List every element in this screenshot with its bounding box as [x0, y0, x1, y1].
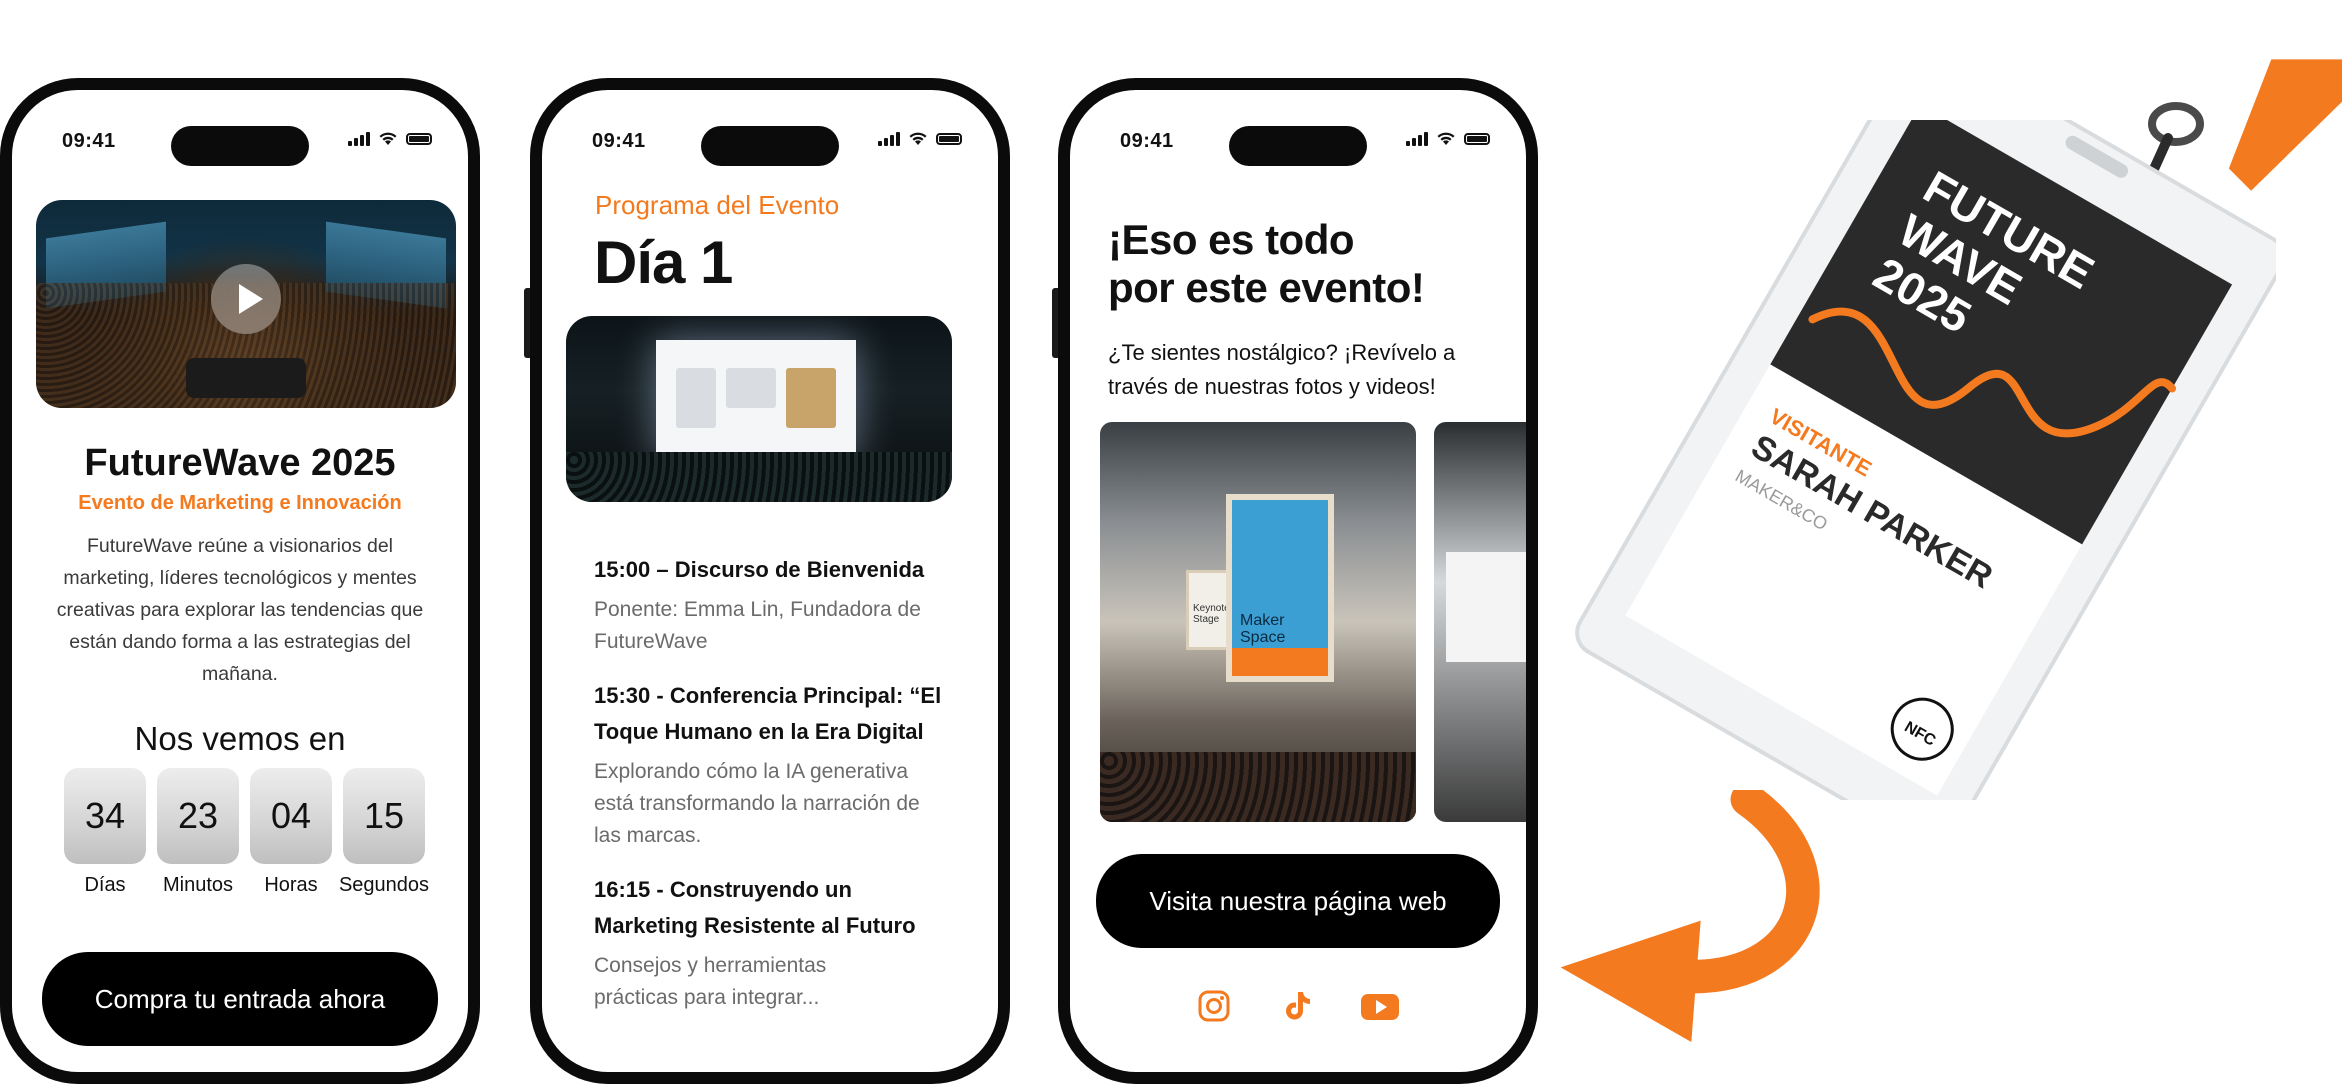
signal-icon	[878, 132, 900, 146]
status-time: 09:41	[1120, 130, 1174, 152]
event-title: FutureWave 2025	[84, 442, 396, 484]
agenda-item[interactable]: 16:15 - Construyendo un Marketing Resist…	[594, 872, 968, 1014]
stage	[186, 358, 306, 398]
agenda-item[interactable]: 15:30 - Conferencia Principal: “El Toque…	[594, 678, 968, 852]
audience	[566, 452, 952, 502]
countdown-minutes: 23 Minutos	[157, 768, 239, 897]
social-links	[1070, 988, 1526, 1024]
schedule-screen: 09:41 Programa del Evento Día 1 15:00 – …	[542, 90, 998, 1072]
presentation-screen	[656, 340, 856, 460]
agenda-heading: 16:15 - Construyendo un Marketing Resist…	[594, 877, 916, 938]
recap-title-line1: ¡Eso es todo	[1108, 216, 1355, 263]
agenda-detail: Ponente: Emma Lin, Fundadora de FutureWa…	[594, 598, 921, 653]
countdown-value: 23	[157, 768, 239, 864]
wifi-icon	[379, 132, 397, 145]
dynamic-island	[701, 126, 839, 166]
status-icons	[1406, 132, 1490, 146]
event-subtitle: Evento de Marketing e Innovación	[78, 492, 402, 514]
countdown-label: Horas	[264, 874, 318, 896]
agenda-item[interactable]: 15:00 – Discurso de Bienvenida Ponente: …	[594, 552, 968, 658]
home-screen: 09:41 FutureWave 2025 Evento de Marketin…	[12, 90, 468, 1072]
gallery-photo[interactable]	[1434, 422, 1526, 822]
countdown-value: 15	[343, 768, 425, 864]
phone-schedule: 09:41 Programa del Evento Día 1 15:00 – …	[524, 78, 1010, 1084]
agenda-detail: Consejos y herramientas prácticas para i…	[594, 954, 827, 1009]
signal-icon	[348, 132, 370, 146]
countdown-value: 04	[250, 768, 332, 864]
status-time: 09:41	[62, 130, 116, 152]
countdown-label: Minutos	[162, 874, 234, 896]
battery-icon	[1464, 133, 1490, 145]
dynamic-island	[1229, 126, 1367, 166]
countdown-label: Segundos	[338, 874, 430, 896]
agenda-heading: 15:00 – Discurso de Bienvenida	[594, 557, 925, 582]
status-bar: 09:41	[12, 126, 468, 166]
keynote-photo	[566, 316, 952, 502]
event-video[interactable]	[36, 200, 456, 408]
youtube-icon[interactable]	[1360, 988, 1400, 1024]
play-icon[interactable]	[211, 264, 281, 334]
status-icons	[348, 132, 432, 146]
screen-display	[1446, 552, 1526, 662]
countdown-hours: 04 Horas	[250, 768, 332, 897]
countdown-seconds: 15 Segundos	[339, 768, 429, 897]
buy-ticket-button[interactable]: Compra tu entrada ahora	[42, 952, 438, 1046]
curved-arrow-icon	[1560, 790, 1820, 1042]
agenda-detail: Explorando cómo la IA generativa está tr…	[594, 760, 920, 847]
schedule-kicker: Programa del Evento	[595, 190, 840, 220]
event-description: FutureWave reúne a visionarios del marke…	[56, 535, 424, 685]
wifi-icon	[909, 132, 927, 145]
banner-maker-space: Maker Space	[1226, 494, 1334, 682]
gallery-photo[interactable]: Keynote Stage Maker Space	[1100, 422, 1416, 822]
phone-home: 09:41 FutureWave 2025 Evento de Marketin…	[0, 78, 480, 1084]
countdown: 34 Días 23 Minutos 04 Horas 15 Segundos	[64, 768, 429, 897]
status-bar: 09:41	[1070, 126, 1526, 166]
phone-recap: 09:41 ¡Eso es todo por este evento! ¿Te …	[1052, 78, 1538, 1084]
recap-subtitle: ¿Te sientes nostálgico? ¡Revívelo a trav…	[1108, 340, 1456, 399]
schedule-title: Día 1	[594, 229, 733, 296]
status-bar: 09:41	[542, 126, 998, 166]
recap-title-line2: por este evento!	[1108, 264, 1425, 311]
signal-icon	[1406, 132, 1428, 146]
visit-website-button[interactable]: Visita nuestra página web	[1096, 854, 1500, 948]
status-icons	[878, 132, 962, 146]
agenda-heading: 15:30 - Conferencia Principal: “El Toque…	[594, 683, 942, 744]
wifi-icon	[1437, 132, 1455, 145]
badge-graphic: FUTURE WAVE 2025 VISITANTE SARAH PARKER …	[1575, 40, 2286, 850]
dynamic-island	[171, 126, 309, 166]
battery-icon	[936, 133, 962, 145]
countdown-value: 34	[64, 768, 146, 864]
event-badge: FUTURE WAVE 2025 VISITANTE SARAH PARKER …	[1556, 40, 2286, 850]
status-time: 09:41	[592, 130, 646, 152]
countdown-label: Días	[84, 874, 126, 896]
countdown-title: Nos vemos en	[134, 720, 346, 757]
countdown-days: 34 Días	[64, 768, 146, 897]
tiktok-icon[interactable]	[1278, 988, 1314, 1024]
agenda-list: 15:00 – Discurso de Bienvenida Ponente: …	[594, 552, 968, 1034]
banner-maker-text: Maker Space	[1240, 612, 1286, 646]
battery-icon	[406, 133, 432, 145]
instagram-icon[interactable]	[1196, 988, 1232, 1024]
crowd	[1100, 752, 1416, 822]
recap-title: ¡Eso es todo por este evento!	[1108, 216, 1425, 312]
recap-screen: 09:41 ¡Eso es todo por este evento! ¿Te …	[1070, 90, 1526, 1072]
